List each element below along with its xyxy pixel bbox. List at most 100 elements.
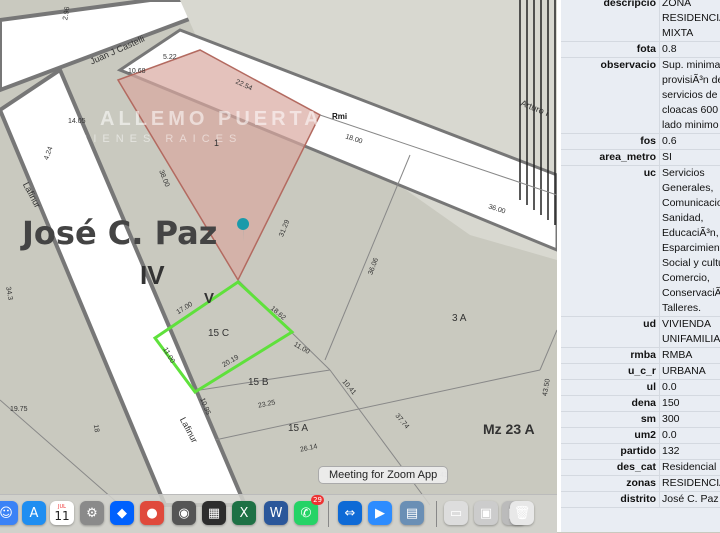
chrome-glyph: ● [146,505,158,521]
block-label-mz23a: Mz 23 A [483,421,535,437]
attribute-row[interactable]: descripcio ZONA RESIDENCIA MIXTA [561,0,720,42]
zoom-glyph: ▶ [375,505,385,521]
measure-label: 14.05 [68,118,86,125]
attribute-value: Sup. minima d provisiÃ³n de servicios de… [659,58,720,133]
finder-icon[interactable]: ☺ [0,501,18,525]
calculator-glyph: ▦ [207,505,221,521]
attribute-key: ud [643,318,656,330]
app-store-icon[interactable]: A [22,501,46,525]
system-settings-icon[interactable]: ⚙ [80,501,104,525]
attribute-row[interactable]: partido 132 [561,444,720,460]
measure-label: 10.68 [128,68,146,75]
attribute-row[interactable]: fota 0.8 [561,42,720,58]
excel-icon[interactable]: X [232,501,256,525]
attribute-value: VIVIENDA UNIFAMILIAR [659,317,720,347]
attribute-value: José C. Paz [659,492,720,507]
attribute-key: dena [631,397,656,409]
lot-label-3a: 3 A [452,313,467,324]
zone-label: V [204,290,215,307]
attribute-row[interactable]: distrito José C. Paz [561,492,720,508]
teamviewer-icon[interactable]: ⇔ [338,501,362,525]
attribute-value: 0.6 [659,134,720,149]
teamviewer-glyph: ⇔ [344,505,356,521]
sector-label: IV [140,260,165,290]
calculator-icon[interactable]: ▦ [202,501,226,525]
attribute-value: RESIDENCIA [659,476,720,491]
attribute-key: zonas [626,477,656,489]
word-icon[interactable]: W [264,501,288,525]
measure-label: 18 [91,424,101,433]
attribute-key: u_c_r [627,365,656,377]
measure-label: 5.22 [163,54,177,61]
screenshot-glyph: ◉ [178,505,190,521]
dock-tooltip: Meeting for Zoom App [318,466,449,484]
attribute-key: descripcio [603,0,656,9]
measure-label: 19.75 [10,406,28,413]
attribute-key: ul [646,381,656,393]
attribute-key: fota [636,43,656,55]
attribute-key: des_cat [616,461,656,473]
attribute-row[interactable]: uc Servicios Generales, Comunicacio Sanid… [561,166,720,317]
attribute-key: distrito [620,493,656,505]
lot-label-15b: 15 B [248,377,269,388]
attribute-value: ZONA RESIDENCIA MIXTA [659,0,720,41]
attribute-value: 0.0 [659,380,720,395]
attribute-row[interactable]: sm 300 [561,412,720,428]
attribute-key: rmba [630,349,656,361]
attribute-value: 150 [659,396,720,411]
attribute-row[interactable]: ul 0.0 [561,380,720,396]
screenshot-icon[interactable]: ◉ [172,501,196,525]
attribute-row[interactable]: dena 150 [561,396,720,412]
preview-glyph: ▤ [405,505,419,521]
trash-glyph: 🗑 [513,505,531,521]
city-label: José C. Paz [22,214,218,252]
dropbox-glyph: ◆ [117,505,127,521]
attribute-value: SI [659,150,720,165]
attribute-row[interactable]: um2 0.0 [561,428,720,444]
attribute-table: descripcio ZONA RESIDENCIA MIXTA fota 0.8 ob… [561,0,720,508]
attribute-row[interactable]: udVIVIENDA UNIFAMILIAR [561,317,720,348]
dock-separator [436,501,437,527]
attribute-row[interactable]: area_metro SI [561,150,720,166]
preview-icon[interactable]: ▤ [400,501,424,525]
dropbox-icon[interactable]: ◆ [110,501,134,525]
attribute-key: partido [620,445,656,457]
attribute-key: um2 [634,429,656,441]
attribute-key: area_metro [599,151,656,163]
attribute-value: Residencial M [659,460,720,475]
attribute-row[interactable]: zonas RESIDENCIA [561,476,720,492]
chrome-icon[interactable]: ● [140,501,164,525]
street-label-rmi: Rmi [332,112,348,121]
attribute-row[interactable]: fos 0.6 [561,134,720,150]
calendar-icon[interactable]: JUL 11 [50,501,74,525]
dock-separator [328,501,329,527]
attribute-row[interactable]: observacioSup. minima d provisiÃ³n de se… [561,58,720,134]
zoom-icon[interactable]: ▶ [368,501,392,525]
recent-document-glyph: ▭ [449,505,463,521]
attribute-key: uc [643,167,656,179]
map-watermark: ALLEMO PUERTA [100,108,323,130]
whatsapp-icon[interactable]: ✆ 29 [294,495,324,525]
attribute-panel[interactable]: descripcio ZONA RESIDENCIA MIXTA fota 0.8 ob… [557,0,720,532]
trash-icon[interactable]: 🗑 [510,501,534,525]
attribute-row[interactable]: u_c_r URBANA [561,364,720,380]
notification-badge: 29 [311,495,324,505]
attribute-row[interactable]: rmba RMBA [561,348,720,364]
attribute-key: observacio [600,59,656,71]
attribute-row[interactable]: des_catResidencial M [561,460,720,476]
system-settings-glyph: ⚙ [86,505,98,521]
whatsapp-glyph: ✆ [300,505,312,521]
macos-dock: ☺AJUL11⚙◆●◉▦XW✆29⇔▶▤▭▣▥🗑 [0,494,557,533]
recent-document-icon[interactable]: ▭ [444,501,468,525]
attribute-value: Servicios Generales, Comunicacio Sanidad… [659,166,720,316]
recent-image-icon[interactable]: ▣ [474,501,498,525]
cadastral-map[interactable]: ALLEMO PUERTA BIENES RAICES José C. Paz … [0,0,557,532]
attribute-value: 300 [659,412,720,427]
calendar-day: 11 [54,508,70,523]
word-glyph: W [269,505,283,521]
recent-image-glyph: ▣ [479,505,493,521]
attribute-key: sm [640,413,656,425]
lot-label-15c: 15 C [208,328,230,339]
attribute-value: 0.8 [659,42,720,57]
lot-label-1: 1 [214,138,220,148]
